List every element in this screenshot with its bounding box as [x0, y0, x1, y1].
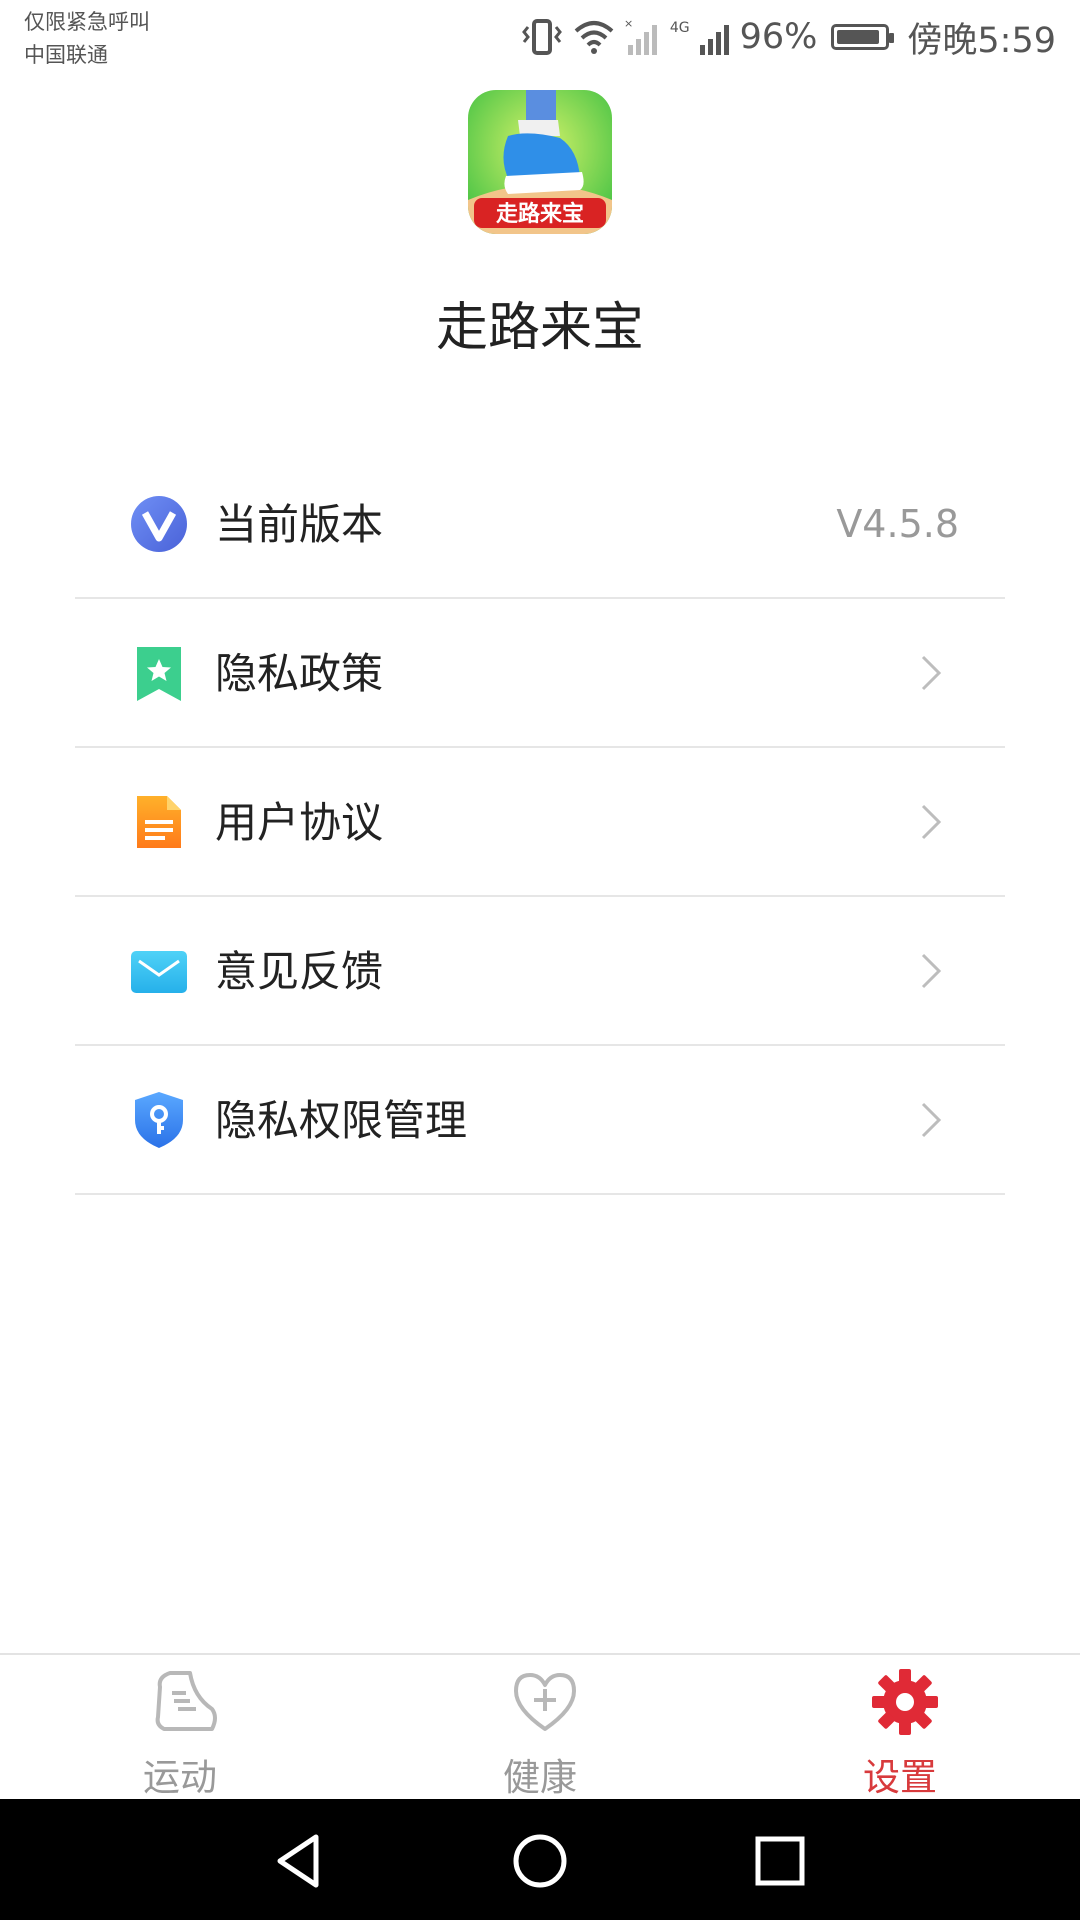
menu-item-label: 隐私权限管理 — [215, 1096, 468, 1145]
carrier-emergency-text: 仅限紧急呼叫 — [24, 10, 150, 34]
mail-icon — [131, 951, 187, 993]
menu-item-version[interactable]: 当前版本 V4.5.8 — [75, 450, 1005, 599]
version-value: V4.5.8 — [836, 502, 959, 546]
menu-item-label: 意见反馈 — [215, 947, 384, 996]
app-name: 走路来宝 — [435, 298, 644, 358]
recents-icon[interactable] — [748, 1829, 812, 1893]
gear-icon — [872, 1669, 938, 1735]
tab-label: 设置 — [863, 1756, 937, 1799]
tab-settings[interactable]: 设置 — [800, 1655, 1000, 1801]
menu-item-label: 隐私政策 — [215, 649, 384, 698]
menu-item-feedback[interactable]: 意见反馈 — [75, 897, 1005, 1046]
app-logo: 走路来宝 — [468, 90, 612, 234]
bookmark-star-icon — [137, 647, 181, 701]
tab-health[interactable]: 健康 — [440, 1655, 640, 1801]
svg-text:×: × — [624, 17, 633, 30]
menu-item-label: 当前版本 — [215, 500, 384, 549]
app-logo-text: 走路来宝 — [496, 201, 584, 227]
chevron-right-icon — [921, 655, 942, 691]
chevron-right-icon — [921, 953, 942, 989]
status-icons: × 4G 96% 傍晚5:59 — [520, 12, 1056, 62]
chevron-right-icon — [921, 804, 942, 840]
shoe-icon — [155, 1671, 217, 1731]
shield-key-icon — [135, 1092, 183, 1148]
back-icon[interactable] — [268, 1829, 332, 1893]
tab-label: 运动 — [143, 1756, 217, 1799]
menu-item-user-agreement[interactable]: 用户协议 — [75, 748, 1005, 897]
tab-label: 健康 — [503, 1756, 577, 1799]
document-icon — [137, 796, 181, 848]
menu-item-permission-management[interactable]: 隐私权限管理 — [75, 1046, 1005, 1195]
signal-sim1-icon — [699, 25, 729, 55]
battery-percent: 96% — [739, 17, 818, 57]
clock: 傍晚5:59 — [907, 20, 1056, 61]
menu-item-privacy-policy[interactable]: 隐私政策 — [75, 599, 1005, 748]
heart-plus-icon — [514, 1673, 576, 1731]
carrier-name: 中国联通 — [24, 43, 108, 67]
wifi-icon — [574, 21, 614, 54]
carrier-info: 仅限紧急呼叫 中国联通 — [24, 6, 150, 72]
menu-item-label: 用户协议 — [215, 798, 384, 847]
version-v-icon — [131, 496, 187, 552]
network-type-label: 4G — [669, 20, 690, 36]
home-icon[interactable] — [508, 1829, 572, 1893]
battery-icon — [831, 24, 895, 50]
system-navigation-bar — [0, 1799, 1080, 1920]
status-bar: 仅限紧急呼叫 中国联通 × 4G 96% 傍晚5:59 — [0, 0, 1080, 80]
tab-exercise[interactable]: 运动 — [80, 1655, 280, 1801]
settings-menu: 当前版本 V4.5.8 隐私政策 用户协议 意见反馈 隐私权限管理 — [75, 450, 1005, 1195]
chevron-right-icon — [921, 1102, 942, 1138]
signal-sim2-icon: × — [624, 17, 657, 55]
vibrate-icon — [521, 19, 562, 55]
bottom-nav: 运动 健康 设置 — [0, 1653, 1080, 1799]
